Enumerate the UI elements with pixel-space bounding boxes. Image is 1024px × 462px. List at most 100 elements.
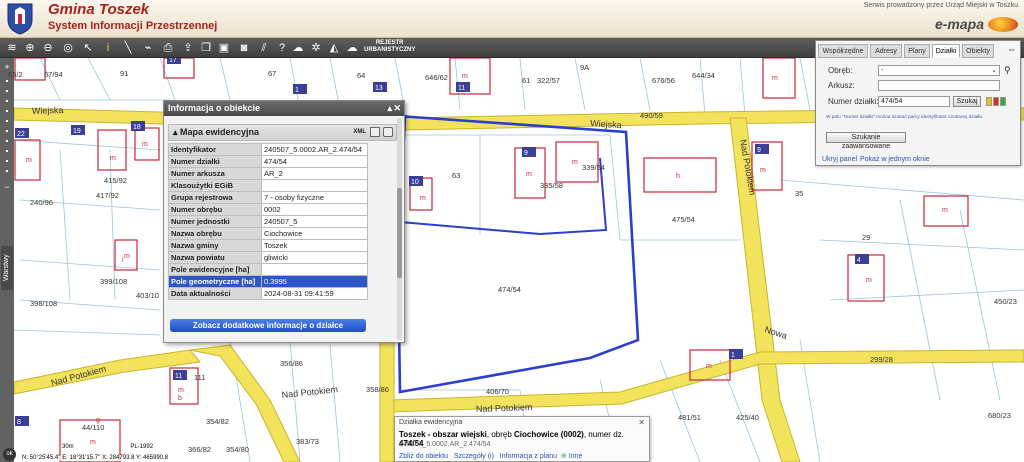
zoom-level-dot[interactable] bbox=[6, 130, 8, 132]
zoom-level-dot[interactable] bbox=[6, 120, 8, 122]
attribute-row: Pole geometryczne [ha] 0.3995 bbox=[168, 275, 368, 288]
pointer-icon[interactable]: ↖ bbox=[80, 40, 96, 56]
tab-plany[interactable]: Plany bbox=[904, 44, 930, 58]
info-window-titlebar[interactable]: Informacja o obiekcie ▴ ✕ bbox=[164, 101, 404, 116]
numer-dzialki-input[interactable]: 474/54 bbox=[878, 96, 950, 107]
cloud-icon[interactable]: ☁ bbox=[344, 40, 360, 56]
parcel-number-label: 398/108 bbox=[30, 299, 57, 308]
attribute-value bbox=[261, 263, 368, 276]
coordinates-readout: N: 50°25'45.4'' E: 18°31'15.7'' X: 28479… bbox=[22, 455, 169, 461]
tab-obiekty[interactable]: Obiekty bbox=[962, 44, 994, 58]
print-icon[interactable] bbox=[383, 127, 393, 137]
info-scrollbar[interactable] bbox=[397, 118, 402, 340]
parcel-number-label: 299/28 bbox=[870, 355, 893, 364]
tab-adresy[interactable]: Adresy bbox=[870, 44, 902, 58]
print-icon[interactable]: ⎙ bbox=[160, 40, 176, 56]
obreb-value: - bbox=[881, 67, 884, 74]
zoom-level-dot[interactable] bbox=[6, 110, 8, 112]
color-swatch-green-icon[interactable] bbox=[1000, 97, 1006, 106]
popup-obreb: Ciochowice (0002) bbox=[514, 430, 584, 439]
info-icon[interactable]: i bbox=[100, 40, 116, 56]
popup-gmina: Toszek - obszar wiejski bbox=[399, 430, 487, 439]
attribute-key: Numer obrębu bbox=[168, 203, 262, 216]
xml-export-button[interactable]: XML bbox=[353, 125, 366, 140]
search-icon[interactable]: ⚲ bbox=[1004, 65, 1011, 76]
popup-close-icon[interactable]: ✕ bbox=[638, 418, 645, 427]
car-icon[interactable]: ◙ bbox=[236, 40, 252, 56]
parcel-number-label: 399/108 bbox=[100, 277, 127, 286]
tab-wspolrzedne[interactable]: Współrzędne bbox=[818, 44, 868, 58]
export-icon[interactable]: ⇪ bbox=[180, 40, 196, 56]
other-link[interactable]: Inne bbox=[569, 453, 583, 460]
layers-icon[interactable]: ≋ bbox=[4, 40, 20, 56]
add-icon[interactable]: ⊕ bbox=[561, 453, 567, 460]
panel-settings-icon[interactable]: ⇔ bbox=[1007, 44, 1016, 54]
attribute-row: Pole ewidencyjne [ha] bbox=[168, 263, 368, 276]
parcel-number-label: 415/92 bbox=[104, 176, 127, 185]
object-info-window[interactable]: Informacja o obiekcie ▴ ✕ ▴ Mapa ewidenc… bbox=[163, 100, 405, 343]
attribute-value: Toszek bbox=[261, 239, 368, 252]
tab-dzialki[interactable]: Działki bbox=[932, 44, 960, 58]
pan-up-icon[interactable]: + bbox=[2, 62, 12, 72]
close-icon[interactable]: ✕ bbox=[393, 101, 401, 116]
parcel-number-label: 63 bbox=[452, 171, 460, 180]
selected-parcel-outline[interactable] bbox=[396, 114, 640, 394]
cloud-upload-icon[interactable]: ☁ bbox=[290, 40, 306, 56]
vehicle-icon[interactable]: ▣ bbox=[216, 40, 232, 56]
parcel-number-label: 64 bbox=[357, 71, 365, 80]
scrollbar-thumb[interactable] bbox=[397, 188, 402, 278]
section-expand-icon[interactable]: ▴ bbox=[173, 127, 180, 137]
measure-link-icon[interactable]: ⌁ bbox=[140, 40, 156, 56]
building-number-label: 13 bbox=[375, 85, 383, 92]
parcel-popup[interactable]: Działka ewidencyjna ✕ Toszek - obszar wi… bbox=[394, 416, 650, 462]
zoom-out-icon[interactable]: ⊖ bbox=[40, 40, 56, 56]
parcel-number-label: 403/10 bbox=[136, 291, 159, 300]
zoom-level-dot[interactable] bbox=[6, 140, 8, 142]
search-panel[interactable]: Współrzędne Adresy Plany Działki Obiekty… bbox=[815, 40, 1021, 166]
building-number-label: 9 bbox=[757, 147, 761, 154]
advanced-search-button[interactable]: Szukanie zaawansowane bbox=[826, 132, 906, 150]
hatch-icon[interactable]: ⫽ bbox=[256, 40, 272, 56]
zoom-to-object-link[interactable]: Zbliż do obiektu bbox=[399, 453, 448, 460]
zoom-out-button[interactable]: − bbox=[2, 182, 12, 192]
parcel-number-label: 111 bbox=[194, 373, 205, 382]
header-note: Serwis prowadzony przez Urząd Miejski w … bbox=[863, 2, 1018, 9]
building-number-label: 18 bbox=[133, 124, 141, 131]
help-icon[interactable]: ? bbox=[274, 40, 290, 56]
collapse-icon[interactable]: ▴ bbox=[387, 101, 392, 116]
selected-parcel-inner-line bbox=[399, 157, 608, 236]
layers-tab[interactable]: Warstwy bbox=[1, 246, 13, 290]
settings-icon[interactable]: ✲ bbox=[308, 40, 324, 56]
plan-info-link[interactable]: Informacja z planu bbox=[500, 453, 557, 460]
parcel-number-label: 450/23 bbox=[994, 297, 1017, 306]
more-info-button[interactable]: Zobacz dodatkowe informacje o działce bbox=[170, 319, 366, 332]
hide-panel-link[interactable]: Ukryj panel bbox=[822, 156, 857, 163]
color-swatch-yellow-icon[interactable] bbox=[986, 97, 992, 106]
attribute-table: Identyfikator 240507_5.0002.AR_2.474/54 Nu… bbox=[168, 143, 368, 300]
zoom-level-dot[interactable] bbox=[6, 160, 8, 162]
rejestr-urbanistyczny-button[interactable]: REJESTR URBANISTYCZNY bbox=[364, 40, 415, 54]
ok-button[interactable]: ok bbox=[3, 448, 16, 461]
parcel-number-label: 474/54 bbox=[498, 285, 521, 294]
arkusz-label: Arkusz: bbox=[828, 81, 855, 90]
obreb-select[interactable]: - ⌄ bbox=[878, 65, 1000, 76]
szukaj-button[interactable]: Szukaj bbox=[953, 96, 981, 107]
zoom-level-dot[interactable] bbox=[6, 150, 8, 152]
details-link[interactable]: Szczegóły (i) bbox=[454, 453, 494, 460]
building-type-label: m bbox=[942, 207, 948, 214]
zoom-level-dot[interactable] bbox=[6, 80, 8, 82]
building-type-label: m bbox=[110, 155, 116, 162]
area-icon[interactable]: ◭ bbox=[326, 40, 342, 56]
zoom-level-dot[interactable] bbox=[6, 100, 8, 102]
color-swatch-red-icon[interactable] bbox=[993, 97, 999, 106]
copy-icon[interactable]: ❐ bbox=[198, 40, 214, 56]
list-icon[interactable] bbox=[370, 127, 380, 137]
show-in-one-window-link[interactable]: Pokaż w jednym oknie bbox=[860, 156, 930, 163]
arkusz-input[interactable] bbox=[878, 80, 1000, 91]
measure-line-icon[interactable]: ╲ bbox=[120, 40, 136, 56]
zoom-extent-icon[interactable]: ◎ bbox=[60, 40, 76, 56]
zoom-level-dot[interactable] bbox=[6, 170, 8, 172]
zoom-in-icon[interactable]: ⊕ bbox=[22, 40, 38, 56]
section-header-mapa-ewidencyjna[interactable]: ▴ Mapa ewidencyjna XML bbox=[168, 124, 397, 141]
zoom-level-dot[interactable] bbox=[6, 90, 8, 92]
